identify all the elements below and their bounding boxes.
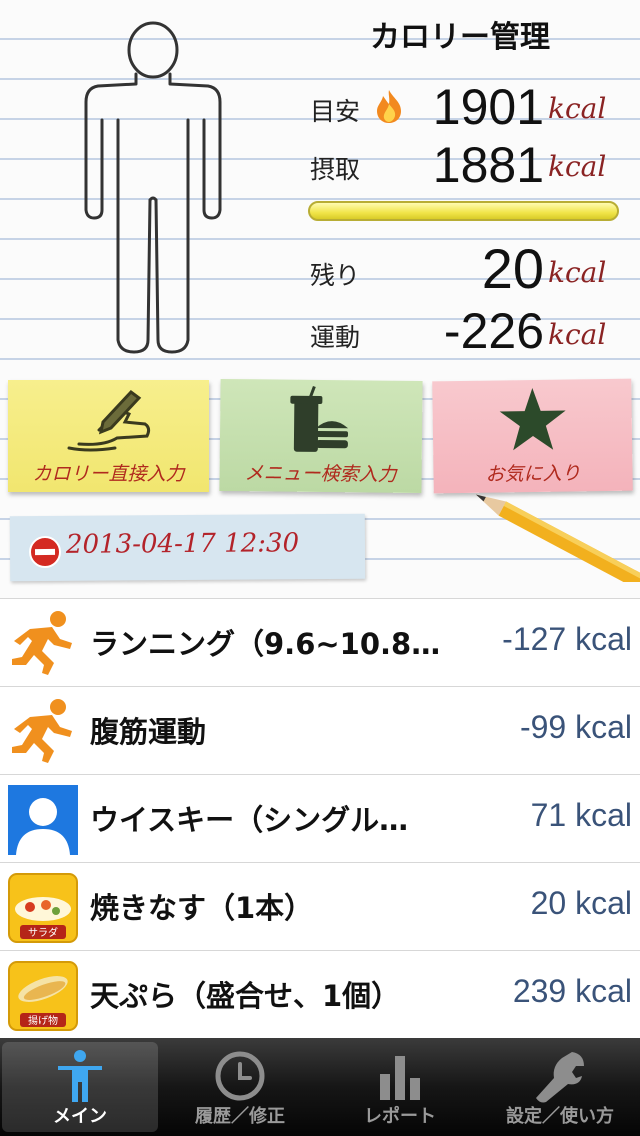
entry-calories: 71 kcal bbox=[530, 797, 632, 833]
entry-calories: -99 kcal bbox=[519, 709, 632, 745]
no-entry-icon bbox=[29, 535, 62, 568]
target-value: 1901 bbox=[432, 79, 544, 135]
note-label: お気に入り bbox=[485, 462, 581, 486]
clock-icon bbox=[215, 1051, 265, 1101]
note-label: メニュー検索入力 bbox=[244, 462, 397, 486]
person-icon bbox=[58, 1050, 102, 1102]
remaining-value: 20 bbox=[481, 237, 544, 300]
target-label: 目安 bbox=[310, 97, 361, 126]
remaining-label: 残り bbox=[310, 261, 361, 290]
star-icon bbox=[499, 388, 566, 451]
list-item[interactable]: 揚げ物 天ぷら（盛合せ、1個） 239 kcal bbox=[0, 950, 640, 1038]
entry-calories: -127 kcal bbox=[502, 621, 632, 657]
list-item[interactable]: ランニング（9.6~10.8… -127 kcal bbox=[0, 598, 640, 686]
direct-calorie-input-button[interactable]: カロリー直接入力 bbox=[8, 380, 209, 492]
body-figure-icon bbox=[84, 21, 222, 354]
list-item[interactable]: 腹筋運動 -99 kcal bbox=[0, 686, 640, 774]
tab-main[interactable]: メイン bbox=[2, 1042, 158, 1132]
note-label: カロリー直接入力 bbox=[32, 463, 185, 485]
tab-label: レポート bbox=[364, 1106, 436, 1127]
remaining-unit: kcal bbox=[548, 256, 607, 289]
flame-icon bbox=[377, 90, 401, 123]
icon-caption: 揚げ物 bbox=[28, 1014, 58, 1027]
favorites-button[interactable]: お気に入り bbox=[432, 378, 633, 494]
exercise-unit: kcal bbox=[548, 318, 607, 351]
meal-exercise-list: ランニング（9.6~10.8… -127 kcal 腹筋運動 -99 kcal … bbox=[0, 598, 640, 1038]
calorie-progress-bar bbox=[308, 201, 619, 221]
list-item[interactable]: サラダ 焼きなす（1本） 20 kcal bbox=[0, 862, 640, 950]
wrench-icon bbox=[536, 1052, 584, 1103]
list-item[interactable]: ウイスキー（シングル… 71 kcal bbox=[0, 774, 640, 862]
exercise-label: 運動 bbox=[310, 323, 361, 352]
target-unit: kcal bbox=[548, 92, 607, 125]
fast-food-icon bbox=[290, 385, 349, 452]
intake-value: 1881 bbox=[432, 137, 544, 193]
person-placeholder-icon bbox=[8, 785, 78, 855]
bar-chart-icon bbox=[380, 1056, 420, 1100]
runner-icon bbox=[8, 697, 78, 767]
date-text: 2013-04-17 12:30 bbox=[65, 528, 300, 560]
tab-history[interactable]: 履歴／修正 bbox=[162, 1042, 318, 1132]
entry-name: ランニング（9.6~10.8… bbox=[90, 627, 441, 661]
icon-caption: サラダ bbox=[28, 926, 58, 939]
fried-food-icon: 揚げ物 bbox=[8, 961, 78, 1031]
tab-label: メイン bbox=[53, 1106, 107, 1127]
tab-label: 設定／使い方 bbox=[506, 1106, 614, 1127]
app-title: カロリー管理 bbox=[370, 20, 550, 55]
entry-calories: 20 kcal bbox=[530, 885, 632, 921]
pencil-hand-icon bbox=[67, 389, 150, 452]
entry-name: ウイスキー（シングル… bbox=[90, 803, 409, 837]
salad-icon: サラダ bbox=[8, 873, 78, 943]
entry-name: 天ぷら（盛合せ、1個） bbox=[90, 979, 401, 1013]
tab-bar: メイン 履歴／修正 レポート 設定／使い方 bbox=[0, 1038, 640, 1136]
intake-unit: kcal bbox=[548, 150, 607, 183]
intake-label: 摂取 bbox=[310, 155, 361, 184]
entry-name: 腹筋運動 bbox=[90, 715, 207, 749]
entry-name: 焼きなす（1本） bbox=[90, 891, 314, 925]
menu-search-input-button[interactable]: メニュー検索入力 bbox=[219, 378, 423, 494]
date-tag[interactable]: 2013-04-17 12:30 bbox=[9, 513, 366, 582]
tab-label: 履歴／修正 bbox=[195, 1106, 285, 1127]
tab-report[interactable]: レポート bbox=[322, 1042, 478, 1132]
entry-calories: 239 kcal bbox=[512, 973, 632, 1009]
tab-settings[interactable]: 設定／使い方 bbox=[482, 1042, 638, 1132]
runner-icon bbox=[8, 609, 78, 679]
exercise-value: -226 bbox=[443, 303, 544, 359]
pencil-decoration bbox=[475, 494, 640, 582]
